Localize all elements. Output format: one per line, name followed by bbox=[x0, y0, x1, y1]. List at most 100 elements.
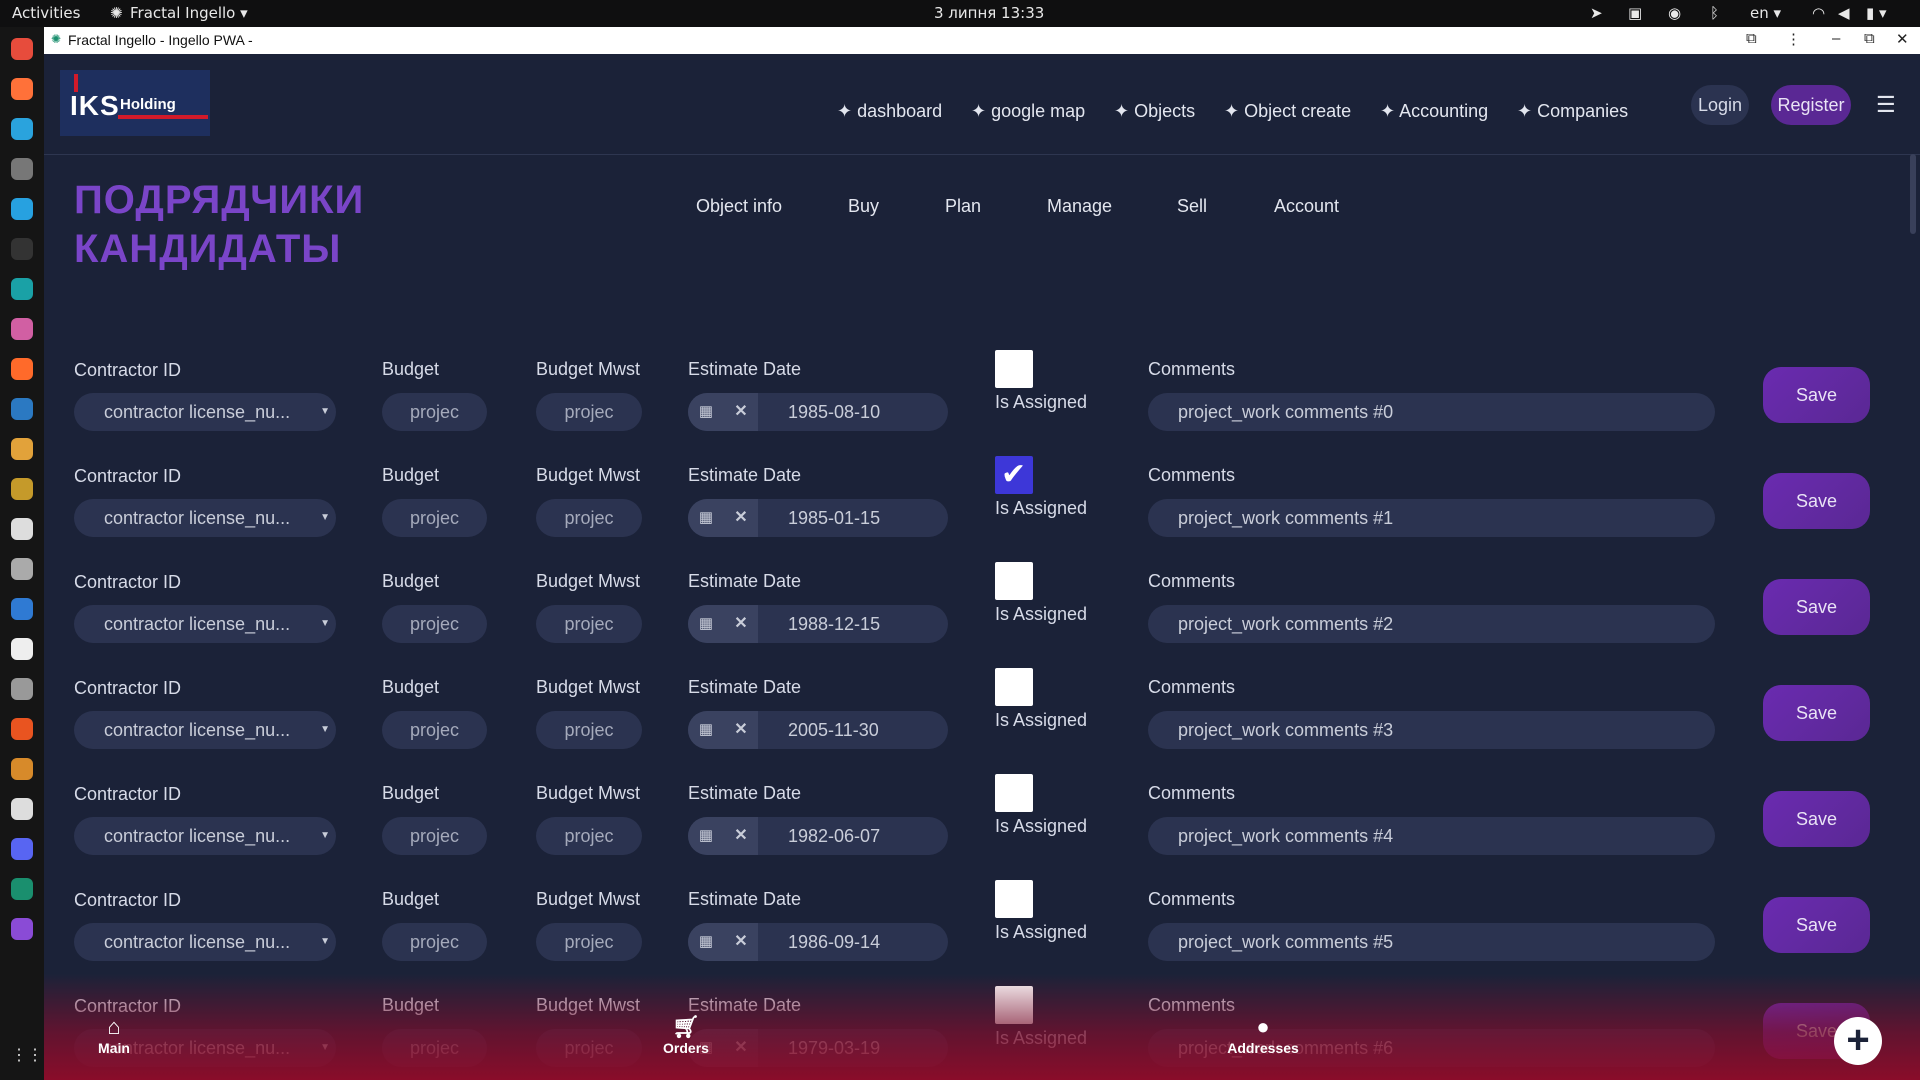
login-button[interactable]: Login bbox=[1691, 85, 1749, 125]
show-apps-icon[interactable]: ⋮⋮⋮ bbox=[11, 1045, 59, 1067]
save-button[interactable]: Save bbox=[1763, 791, 1870, 847]
activities-button[interactable]: Activities bbox=[12, 4, 80, 22]
calendar-icon[interactable]: ▦ bbox=[688, 817, 724, 855]
is-assigned-checkbox[interactable] bbox=[995, 562, 1033, 600]
telegram-dock-icon[interactable] bbox=[11, 118, 33, 140]
clear-date-icon[interactable]: ✕ bbox=[724, 1029, 758, 1067]
bottom-nav-orders[interactable]: 🛒︎ Orders bbox=[646, 1014, 726, 1056]
contractor-id-select[interactable]: contractor license_nu... ▼ bbox=[74, 605, 336, 643]
bottom-nav-main[interactable]: ⌂ Main bbox=[74, 1014, 154, 1056]
calendar-icon[interactable]: ▦ bbox=[688, 499, 724, 537]
settings-dock-icon[interactable] bbox=[11, 518, 33, 540]
telegram-tray-icon[interactable]: ➤ bbox=[1590, 4, 1603, 22]
budget-input[interactable]: projec bbox=[382, 817, 487, 855]
comments-input[interactable]: project_work comments #0 bbox=[1148, 393, 1715, 431]
budget-mwst-input[interactable]: projec bbox=[536, 1029, 642, 1067]
comments-input[interactable]: project_work comments #5 bbox=[1148, 923, 1715, 961]
calendar-tray-icon[interactable]: ▣ bbox=[1628, 4, 1642, 22]
contractor-id-select[interactable]: contractor license_nu... ▼ bbox=[74, 499, 336, 537]
comments-input[interactable]: project_work comments #4 bbox=[1148, 817, 1715, 855]
editor-dock-icon[interactable] bbox=[11, 478, 33, 500]
chrome-dock-icon[interactable] bbox=[11, 38, 33, 60]
nav-google-map[interactable]: ✦ google map bbox=[971, 101, 1085, 122]
budget-mwst-input[interactable]: projec bbox=[536, 923, 642, 961]
tab-plan[interactable]: Plan bbox=[945, 196, 981, 217]
writer-dock-icon[interactable] bbox=[11, 598, 33, 620]
save-button[interactable]: Save bbox=[1763, 367, 1870, 423]
software-dock-icon[interactable] bbox=[11, 718, 33, 740]
is-assigned-checkbox[interactable] bbox=[995, 668, 1033, 706]
app-menu[interactable]: Fractal Ingello ▾ bbox=[130, 4, 248, 22]
calendar-icon[interactable]: ▦ bbox=[688, 605, 724, 643]
add-fab-button[interactable]: + bbox=[1834, 1017, 1882, 1065]
budget-mwst-input[interactable]: projec bbox=[536, 605, 642, 643]
monitor-dock-icon[interactable] bbox=[11, 398, 33, 420]
restore-icon[interactable]: ⧉ bbox=[1864, 30, 1875, 47]
clear-date-icon[interactable]: ✕ bbox=[724, 393, 758, 431]
contractor-id-select[interactable]: contractor license_nu... ▼ bbox=[74, 923, 336, 961]
is-assigned-checkbox[interactable] bbox=[995, 350, 1033, 388]
arduino-dock-icon[interactable] bbox=[11, 278, 33, 300]
budget-input[interactable]: projec bbox=[382, 393, 487, 431]
more-options-icon[interactable]: ⋮ bbox=[1786, 30, 1801, 48]
drone-dock-icon[interactable] bbox=[11, 558, 33, 580]
postman-dock-icon[interactable] bbox=[11, 358, 33, 380]
nav-dashboard[interactable]: ✦ dashboard bbox=[837, 101, 942, 122]
contractor-id-select[interactable]: contractor license_nu... ▼ bbox=[74, 711, 336, 749]
nav-objects[interactable]: ✦ Objects bbox=[1114, 101, 1195, 122]
bottom-nav-addresses[interactable]: ● Addresses bbox=[1218, 1014, 1308, 1056]
estimate-date-input[interactable]: 1985-01-15 bbox=[788, 499, 880, 537]
clock[interactable]: 3 липня 13:33 bbox=[934, 4, 1044, 22]
estimate-date-input[interactable]: 1986-09-14 bbox=[788, 923, 880, 961]
budget-input[interactable]: projec bbox=[382, 499, 487, 537]
nav-object-create[interactable]: ✦ Object create bbox=[1224, 101, 1351, 122]
extension-icon[interactable]: ⧉ bbox=[1746, 30, 1757, 47]
company-logo[interactable]: IKS Holding bbox=[60, 70, 210, 136]
disk-dock-icon[interactable] bbox=[11, 678, 33, 700]
messenger-dock-icon[interactable] bbox=[11, 198, 33, 220]
tab-sell[interactable]: Sell bbox=[1177, 196, 1207, 217]
estimate-date-input[interactable]: 1988-12-15 bbox=[788, 605, 880, 643]
language-indicator[interactable]: en ▾ bbox=[1750, 4, 1781, 22]
tab-object-info[interactable]: Object info bbox=[696, 196, 782, 217]
chat-dock-icon[interactable] bbox=[11, 838, 33, 860]
estimate-date-input[interactable]: 1985-08-10 bbox=[788, 393, 880, 431]
save-button[interactable]: Save bbox=[1763, 473, 1870, 529]
budget-input[interactable]: projec bbox=[382, 923, 487, 961]
save-button[interactable]: Save bbox=[1763, 897, 1870, 953]
budget-mwst-input[interactable]: projec bbox=[536, 393, 642, 431]
screenshot-dock-icon[interactable] bbox=[11, 918, 33, 940]
contractor-id-select[interactable]: contractor license_nu... ▼ bbox=[74, 393, 336, 431]
vpn-dock-icon[interactable] bbox=[11, 758, 33, 780]
budget-mwst-input[interactable]: projec bbox=[536, 499, 642, 537]
is-assigned-checkbox[interactable] bbox=[995, 774, 1033, 812]
comments-input[interactable]: project_work comments #3 bbox=[1148, 711, 1715, 749]
save-button[interactable]: Save bbox=[1763, 579, 1870, 635]
clear-date-icon[interactable]: ✕ bbox=[724, 605, 758, 643]
terminal-dock-icon[interactable] bbox=[11, 238, 33, 260]
minimize-icon[interactable]: – bbox=[1832, 30, 1840, 47]
is-assigned-checkbox[interactable] bbox=[995, 880, 1033, 918]
pwa-dock-icon[interactable] bbox=[11, 878, 33, 900]
register-button[interactable]: Register bbox=[1771, 85, 1851, 125]
bluetooth-icon[interactable]: ᛒ bbox=[1710, 4, 1719, 22]
volume-icon[interactable]: ◀ bbox=[1838, 4, 1850, 22]
contractor-id-select[interactable]: contractor license_nu... ▼ bbox=[74, 817, 336, 855]
clear-date-icon[interactable]: ✕ bbox=[724, 817, 758, 855]
firefox-dock-icon[interactable] bbox=[11, 78, 33, 100]
nav-accounting[interactable]: ✦ Accounting bbox=[1380, 101, 1488, 122]
comments-input[interactable]: project_work comments #2 bbox=[1148, 605, 1715, 643]
scrollbar[interactable] bbox=[1910, 154, 1916, 234]
tab-account[interactable]: Account bbox=[1274, 196, 1339, 217]
close-icon[interactable]: ✕ bbox=[1896, 30, 1909, 48]
budget-mwst-input[interactable]: projec bbox=[536, 817, 642, 855]
clear-date-icon[interactable]: ✕ bbox=[724, 499, 758, 537]
calendar-icon[interactable]: ▦ bbox=[688, 711, 724, 749]
clear-date-icon[interactable]: ✕ bbox=[724, 711, 758, 749]
is-assigned-checkbox[interactable]: ✔ bbox=[995, 456, 1033, 494]
budget-input[interactable]: projec bbox=[382, 1029, 487, 1067]
archive-dock-icon[interactable] bbox=[11, 438, 33, 460]
estimate-date-input[interactable]: 2005-11-30 bbox=[788, 711, 879, 749]
clear-date-icon[interactable]: ✕ bbox=[724, 923, 758, 961]
budget-input[interactable]: projec bbox=[382, 711, 487, 749]
